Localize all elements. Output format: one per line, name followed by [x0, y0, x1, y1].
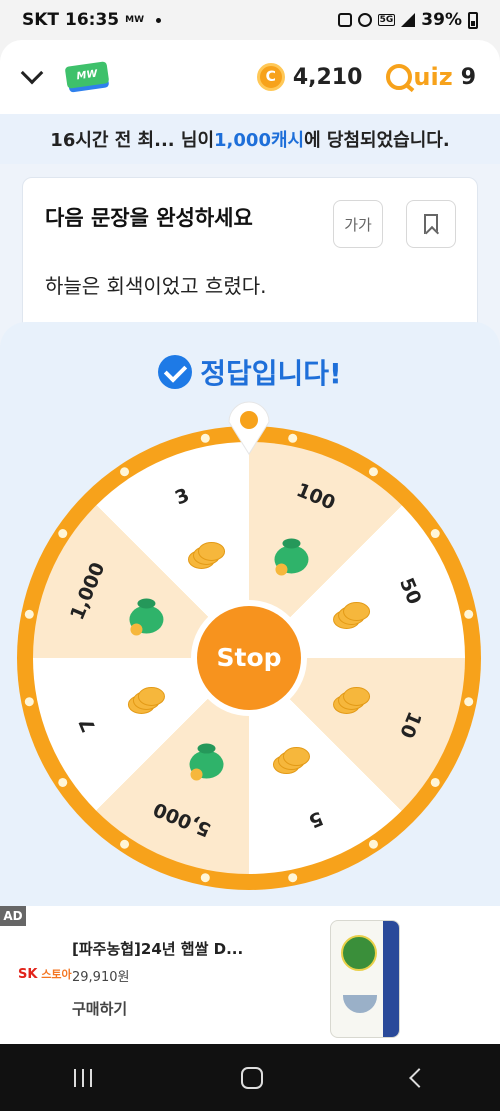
ad-badge: AD	[0, 906, 26, 926]
money-bag-coin	[275, 563, 288, 576]
coin-balance[interactable]: C 4,210	[256, 63, 363, 91]
rim-light	[200, 433, 210, 443]
banner-suffix: 에 당첨되었습니다.	[304, 130, 450, 151]
money-bag-coin	[130, 623, 143, 636]
ad-product-price: 29,910원	[72, 970, 130, 985]
money-bag-tie	[137, 598, 156, 609]
rim-light	[464, 697, 474, 707]
alarm-icon	[357, 13, 372, 27]
clock: 16:35	[65, 10, 120, 30]
recent-apps-icon[interactable]	[74, 1068, 93, 1087]
banner-highlight: 1,000캐시	[214, 130, 305, 151]
carrier-label: SKT	[22, 10, 60, 30]
rim-light	[24, 609, 34, 619]
rim-light	[58, 777, 68, 787]
winner-banner: 16시간 전 최... 님이 1,000캐시 에 당첨되었습니다.	[0, 114, 500, 164]
question-sentence: 하늘은 회색이었고 흐렸다.	[45, 274, 267, 298]
quiz-counter[interactable]: uiz 9	[386, 63, 476, 91]
banner-prefix: 16시간 전 최... 님이	[50, 130, 215, 151]
coin-stack-icon	[137, 686, 165, 706]
coin-stack-icon	[198, 541, 226, 561]
quiz-q-icon	[386, 64, 413, 90]
rim-light	[464, 609, 474, 619]
rim-light	[368, 839, 378, 849]
ad-banner[interactable]: AD SK 스토아 [파주농협]24년 햅쌀 D... 29,910원 구매하기	[0, 906, 500, 1044]
bookmark-button[interactable]	[406, 200, 456, 248]
rim-light	[368, 467, 378, 477]
advertiser-logo-sk: SK	[18, 967, 38, 982]
back-icon[interactable]	[408, 1067, 429, 1088]
ad-buy-link[interactable]: 구매하기	[72, 998, 127, 1019]
coin-count: 4,210	[292, 64, 363, 90]
rim-light	[58, 529, 68, 539]
money-bag-coin	[190, 768, 203, 781]
wheel-pointer-dot	[240, 411, 258, 429]
rim-light	[430, 777, 440, 787]
rim-light	[288, 873, 298, 883]
coin-stack-icon	[343, 686, 371, 706]
battery-percent: 39%	[421, 10, 462, 30]
app-logo-text: MW	[75, 68, 99, 82]
notification-dot-icon	[156, 17, 162, 23]
roulette-wheel: 100501055,00071,0003Stop	[17, 401, 481, 890]
app-logo: MW	[64, 61, 110, 93]
coin-stack-icon	[282, 747, 310, 767]
coin-icon: C	[256, 63, 285, 91]
app-header: MW C 4,210 uiz 9	[0, 40, 500, 114]
lock-icon	[337, 13, 352, 27]
signal-icon	[401, 13, 416, 27]
rim-light	[288, 433, 298, 443]
result-sheet: 정답입니다! 100 50 10 5 5,000 7 1,000 3 Stop	[0, 322, 500, 912]
money-bag-tie	[282, 538, 301, 549]
coin-stack-icon	[343, 602, 371, 622]
quiz-label: uiz	[413, 63, 453, 91]
home-icon[interactable]	[240, 1066, 263, 1089]
rim-light	[430, 529, 440, 539]
bookmark-icon	[424, 214, 438, 234]
chevron-down-icon[interactable]	[20, 61, 44, 85]
question-title: 다음 문장을 완성하세요	[45, 206, 253, 230]
quiz-count: 9	[460, 64, 476, 90]
rim-light	[24, 697, 34, 707]
money-bag-tie	[197, 743, 216, 754]
font-size-button[interactable]: 가가	[333, 200, 383, 248]
ad-product-title[interactable]: [파주농협]24년 햅쌀 D...	[72, 938, 243, 959]
notification-mw-icon: MW	[125, 15, 145, 25]
stop-button-label[interactable]: Stop	[216, 643, 281, 672]
battery-icon	[468, 11, 478, 29]
network-5g-icon: 5G	[377, 14, 396, 26]
rim-light	[200, 873, 210, 883]
system-nav-bar	[0, 1044, 500, 1111]
advertiser-logo: SK 스토아	[18, 966, 72, 982]
rim-light	[120, 467, 130, 477]
status-bar: SKT 16:35 MW 5G 39%	[0, 0, 500, 40]
advertiser-logo-store: 스토아	[41, 968, 72, 981]
ad-product-image[interactable]	[330, 920, 400, 1038]
rim-light	[120, 839, 130, 849]
